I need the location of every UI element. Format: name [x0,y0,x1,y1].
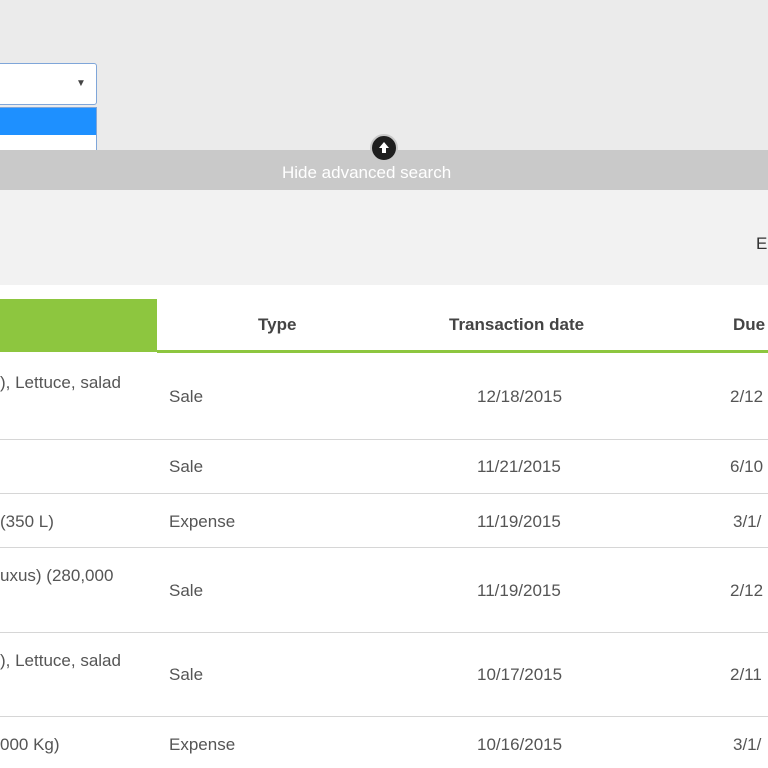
column-header-transaction-date[interactable]: Transaction date [449,315,584,335]
table-row-transaction-date: 11/21/2015 [477,457,561,476]
table-row-description: ), Lettuce, salad [0,373,121,392]
row-divider [0,632,768,633]
table-row-description: uxus) (280,000 [0,566,114,585]
row-divider [0,439,768,440]
table-row-description: ), Lettuce, salad [0,651,121,670]
spacer [0,190,768,205]
hide-advanced-search-button[interactable]: Hide advanced search [282,163,451,183]
table-row-type: Sale [169,665,204,684]
row-divider [0,493,768,494]
header-underline [157,350,768,353]
table-row-transaction-date: 11/19/2015 [477,581,561,600]
dropdown-option-highlighted[interactable] [0,108,96,135]
column-header-type[interactable]: Type [258,315,296,335]
table-row-transaction-date: 10/16/2015 [477,735,563,754]
table-row-due: 2/11 [730,665,762,684]
arrow-up-icon[interactable] [370,134,398,162]
column-header-due[interactable]: Due [733,315,765,335]
toolbar-label-truncated[interactable]: E [756,234,767,254]
table-row-due: 6/10 [730,457,764,476]
table-row-type: Expense [169,512,236,531]
table-row-type: Sale [169,457,204,476]
table-row-due: 3/1/ [733,512,762,531]
results-toolbar [0,205,768,285]
table-row-type: Sale [169,387,204,406]
table-row-due: 3/1/ [733,735,762,754]
table-row-description: (350 L) [0,512,54,531]
advanced-search-panel [0,0,768,150]
table-row-due: 2/12 [730,581,764,600]
row-divider [0,547,768,548]
table-row-transaction-date: 10/17/2015 [477,665,563,684]
chevron-down-icon[interactable]: ▼ [76,78,86,89]
row-divider [0,716,768,717]
table-row-transaction-date: 11/19/2015 [477,512,561,531]
table-row-type: Sale [169,581,204,600]
table-row-transaction-date: 12/18/2015 [477,387,563,406]
table-row-description: 000 Kg) [0,735,60,754]
table-row-due: 2/12 [730,387,764,406]
table-row-type: Expense [169,735,236,754]
column-header-description[interactable] [0,299,157,352]
